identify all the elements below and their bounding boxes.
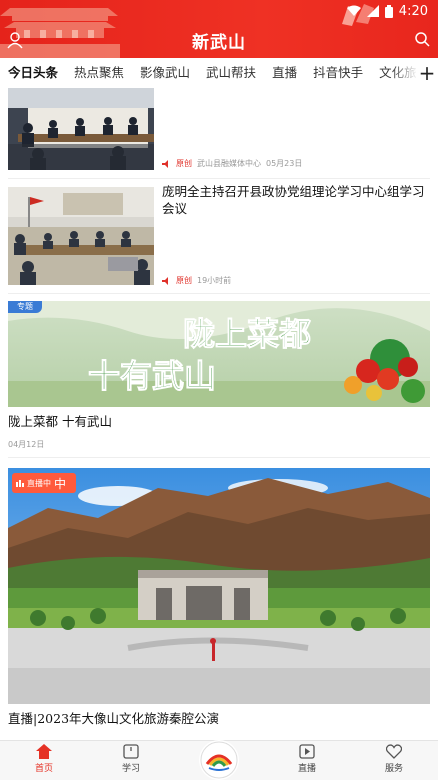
meeting-photo-1 bbox=[8, 88, 154, 170]
nav-live[interactable]: 直播 bbox=[277, 744, 337, 774]
mountain-gate-image bbox=[8, 468, 430, 704]
nav-study[interactable]: 学习 bbox=[101, 744, 161, 774]
meeting-photo-2 bbox=[8, 187, 154, 285]
banner-text-line1: 陇上菜都 bbox=[183, 315, 311, 353]
banner-text-line2: 十有武山 bbox=[88, 357, 216, 395]
channel-tabs: 今日头条 热点聚焦 影像武山 武山帮扶 直播 抖音快手 文化旅游 bbox=[0, 58, 438, 88]
tab-wushan-images[interactable]: 影像武山 bbox=[132, 58, 198, 88]
news-date: 05月23日 bbox=[266, 159, 303, 168]
speaker-icon bbox=[162, 276, 168, 285]
signal-icon bbox=[366, 5, 379, 17]
live-bars-icon bbox=[16, 480, 24, 487]
home-icon bbox=[36, 744, 52, 759]
app-header: 4:20 新武山 bbox=[0, 0, 438, 58]
news-source: 武山县融媒体中心 bbox=[197, 159, 261, 168]
wifi-icon bbox=[346, 5, 361, 16]
live-title[interactable]: 直播|2023年大像山文化旅游秦腔公演 bbox=[8, 708, 219, 727]
vegetable-banner-image: 陇上菜都 十有武山 bbox=[8, 301, 430, 407]
rainbow-logo-icon bbox=[200, 741, 238, 779]
tab-wushan-assistance[interactable]: 武山帮扶 bbox=[198, 58, 264, 88]
search-icon[interactable] bbox=[414, 31, 430, 47]
live-badge: 直播中 中 bbox=[12, 473, 76, 493]
nav-home[interactable]: 首页 bbox=[14, 744, 74, 774]
news-time: 19小时前 bbox=[197, 276, 232, 285]
status-bar: 4:20 bbox=[346, 3, 428, 19]
topic-date: 04月12日 bbox=[8, 440, 45, 449]
divider bbox=[8, 178, 430, 179]
live-status-big: 中 bbox=[54, 476, 67, 491]
heart-icon bbox=[386, 744, 402, 759]
nav-live-label: 直播 bbox=[297, 764, 316, 774]
add-channel-button[interactable]: + bbox=[416, 58, 438, 88]
news-meta: 原创 武山县融媒体中心 05月23日 bbox=[162, 158, 302, 169]
tab-today-headlines[interactable]: 今日头条 bbox=[0, 58, 66, 88]
nav-service-label: 服务 bbox=[384, 764, 403, 774]
nav-study-label: 学习 bbox=[121, 764, 140, 774]
nav-service[interactable]: 服务 bbox=[364, 744, 424, 774]
topic-title[interactable]: 陇上菜都 十有武山 bbox=[8, 411, 112, 430]
center-logo-button[interactable] bbox=[199, 740, 239, 780]
book-icon bbox=[123, 744, 139, 759]
news-thumbnail-meeting-2[interactable] bbox=[8, 187, 154, 285]
nav-home-label: 首页 bbox=[34, 764, 53, 774]
live-status: 直播中 bbox=[27, 478, 51, 488]
speaker-icon bbox=[162, 159, 168, 168]
play-icon bbox=[299, 744, 315, 759]
topic-badge: 专题 bbox=[8, 301, 42, 313]
news-title[interactable]: 庞明全主持召开县政协党组理论学习中心组学习会议 bbox=[162, 183, 430, 217]
original-tag: 原创 bbox=[176, 276, 192, 285]
original-tag: 原创 bbox=[176, 159, 192, 168]
news-thumbnail-meeting-1[interactable] bbox=[8, 88, 154, 170]
tab-douyin-kuaishou[interactable]: 抖音快手 bbox=[305, 58, 371, 88]
divider bbox=[8, 293, 430, 294]
battery-icon bbox=[384, 4, 393, 18]
tab-live[interactable]: 直播 bbox=[264, 58, 305, 88]
tab-hot-focus[interactable]: 热点聚焦 bbox=[66, 58, 132, 88]
status-time: 4:20 bbox=[398, 3, 428, 19]
live-banner[interactable] bbox=[8, 468, 430, 704]
topic-banner[interactable]: 陇上菜都 十有武山 bbox=[8, 301, 430, 407]
news-feed[interactable]: 原创 武山县融媒体中心 05月23日 庞明全主持召开县政协党组理论学习中心组学习… bbox=[0, 88, 438, 740]
divider bbox=[8, 457, 430, 458]
news-meta: 原创 19小时前 bbox=[162, 275, 231, 286]
tabs-fade bbox=[390, 58, 418, 88]
app-title: 新武山 bbox=[192, 33, 246, 53]
